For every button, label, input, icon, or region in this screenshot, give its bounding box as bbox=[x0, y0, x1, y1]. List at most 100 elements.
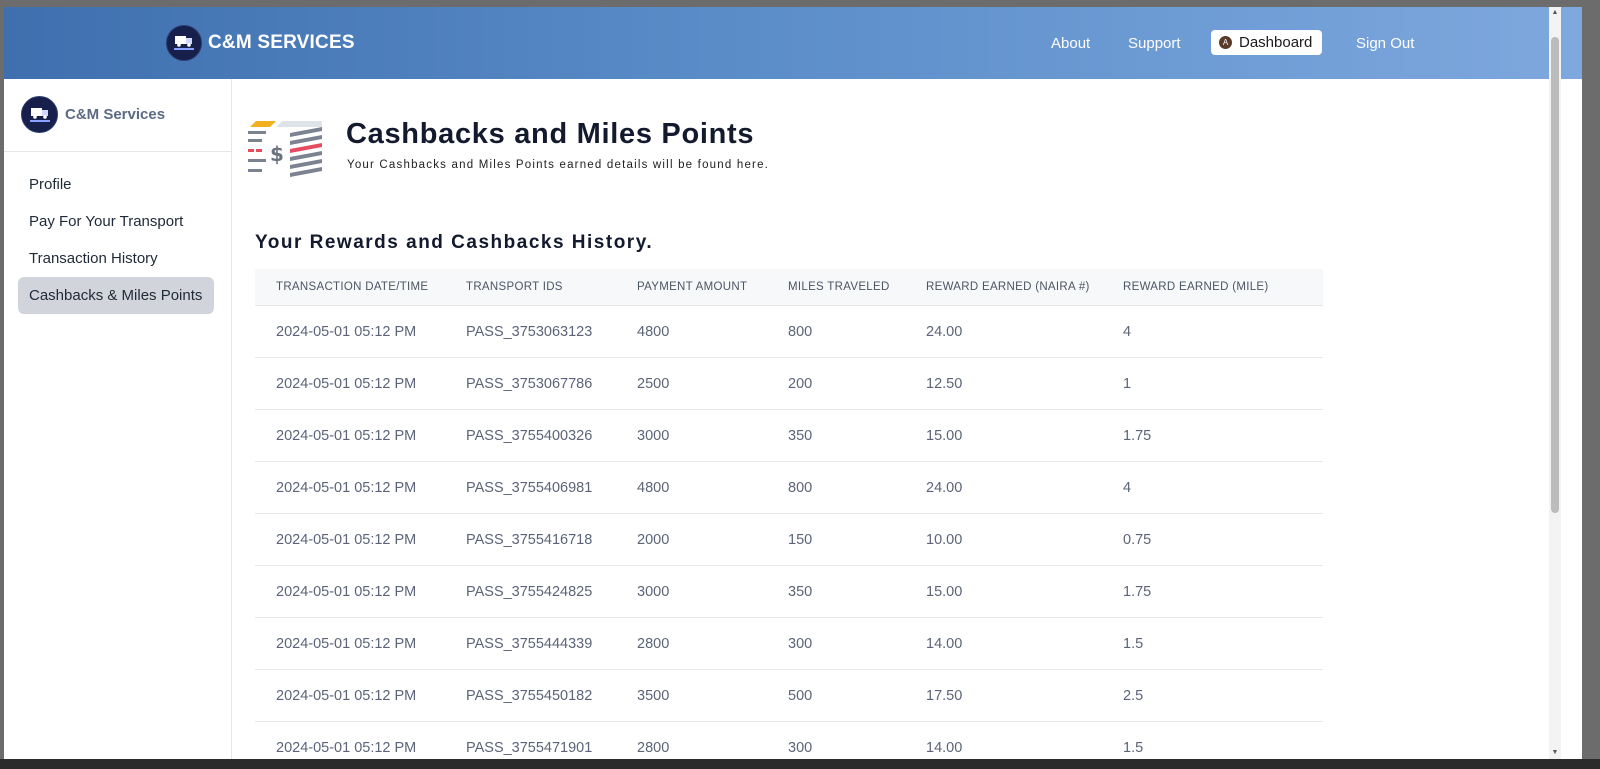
main-content: $ Cashbacks and Miles Points Your Cashba… bbox=[232, 79, 1552, 759]
nav-support-container: Support bbox=[1128, 7, 1181, 79]
table-cell: 4 bbox=[1102, 461, 1323, 514]
table-cell: 2000 bbox=[616, 513, 767, 566]
table-cell: 1.5 bbox=[1102, 721, 1323, 759]
table-cell: 350 bbox=[767, 409, 905, 462]
nav-support-link[interactable]: Support bbox=[1128, 35, 1181, 52]
page-title: Cashbacks and Miles Points bbox=[346, 118, 755, 150]
table-cell: 350 bbox=[767, 565, 905, 618]
table-cell: PASS_3753063123 bbox=[445, 305, 616, 358]
table-cell: 2024-05-01 05:12 PM bbox=[255, 461, 445, 514]
table-cell: 800 bbox=[767, 305, 905, 358]
table-row: 2024-05-01 05:12 PM PASS_3755471901 2800 30… bbox=[255, 721, 1323, 759]
vertical-scrollbar[interactable]: ▲ ▼ bbox=[1549, 7, 1561, 759]
brand-logo bbox=[166, 25, 202, 61]
table-cell: 3000 bbox=[616, 565, 767, 618]
sidebar-item-label: Profile bbox=[29, 176, 72, 193]
scroll-down-icon[interactable]: ▼ bbox=[1551, 749, 1559, 757]
table-cell: 15.00 bbox=[905, 409, 1102, 462]
table-row: 2024-05-01 05:12 PM PASS_3755450182 3500 50… bbox=[255, 669, 1323, 722]
table-row: 2024-05-01 05:12 PM PASS_3753063123 4800 80… bbox=[255, 305, 1323, 358]
sidebar-item-label: Transaction History bbox=[29, 250, 158, 267]
table-row: 2024-05-01 05:12 PM PASS_3755424825 3000 35… bbox=[255, 565, 1323, 618]
table-row: 2024-05-01 05:12 PM PASS_3755444339 2800 30… bbox=[255, 617, 1323, 670]
nav-about-container: About bbox=[1051, 7, 1090, 79]
table-cell: 1 bbox=[1102, 357, 1323, 410]
table-header-row: TRANSACTION DATE/TIME TRANSPORT IDS PAYM… bbox=[255, 269, 1323, 306]
table-row: 2024-05-01 05:12 PM PASS_3755416718 2000 15… bbox=[255, 513, 1323, 566]
table-cell: 2024-05-01 05:12 PM bbox=[255, 513, 445, 566]
table-cell: 2.5 bbox=[1102, 669, 1323, 722]
rewards-table: TRANSACTION DATE/TIME TRANSPORT IDS PAYM… bbox=[255, 269, 1323, 759]
column-header: TRANSACTION DATE/TIME bbox=[255, 269, 445, 306]
table-cell: PASS_3755416718 bbox=[445, 513, 616, 566]
sidebar-brand-name: C&M Services bbox=[65, 106, 166, 123]
table-cell: 2024-05-01 05:12 PM bbox=[255, 617, 445, 670]
table-cell: 1.75 bbox=[1102, 565, 1323, 618]
sidebar-item-transaction-history[interactable]: Transaction History bbox=[18, 240, 214, 277]
table-cell: PASS_3755424825 bbox=[445, 565, 616, 618]
nav-signout-container: Sign Out bbox=[1356, 7, 1414, 79]
dashboard-avatar-icon: A bbox=[1219, 36, 1232, 49]
table-cell: PASS_3755406981 bbox=[445, 461, 616, 514]
table-cell: 800 bbox=[767, 461, 905, 514]
table-cell: 2024-05-01 05:12 PM bbox=[255, 721, 445, 759]
table-cell: PASS_3755400326 bbox=[445, 409, 616, 462]
table-cell: 2024-05-01 05:12 PM bbox=[255, 565, 445, 618]
sidebar-brand[interactable]: C&M Services bbox=[21, 96, 165, 133]
table-cell: 4800 bbox=[616, 461, 767, 514]
column-header: REWARD EARNED (MILE) bbox=[1102, 269, 1323, 306]
signout-link[interactable]: Sign Out bbox=[1356, 35, 1414, 52]
table-cell: 2800 bbox=[616, 721, 767, 759]
svg-text:$: $ bbox=[270, 142, 284, 166]
table-cell: 2024-05-01 05:12 PM bbox=[255, 409, 445, 462]
table-cell: 15.00 bbox=[905, 565, 1102, 618]
rewards-table-container: TRANSACTION DATE/TIME TRANSPORT IDS PAYM… bbox=[255, 269, 1323, 759]
scroll-up-icon[interactable]: ▲ bbox=[1551, 9, 1559, 17]
browser-window: C&M SERVICES About Support A Dashboard S… bbox=[4, 7, 1582, 759]
column-header: PAYMENT AMOUNT bbox=[616, 269, 767, 306]
table-cell: 2800 bbox=[616, 617, 767, 670]
truck-icon bbox=[174, 36, 194, 50]
table-cell: 300 bbox=[767, 617, 905, 670]
sidebar-item-cashbacks-miles[interactable]: Cashbacks & Miles Points bbox=[18, 277, 214, 314]
table-cell: 2024-05-01 05:12 PM bbox=[255, 305, 445, 358]
dashboard-label: Dashboard bbox=[1239, 34, 1313, 51]
table-cell: PASS_3755450182 bbox=[445, 669, 616, 722]
table-row: 2024-05-01 05:12 PM PASS_3753067786 2500 20… bbox=[255, 357, 1323, 410]
sidebar-menu: Profile Pay For Your Transport Transacti… bbox=[18, 166, 214, 314]
sidebar: C&M Services Profile Pay For Your Transp… bbox=[4, 79, 232, 759]
section-title: Your Rewards and Cashbacks History. bbox=[255, 232, 654, 253]
table-cell: 2024-05-01 05:12 PM bbox=[255, 669, 445, 722]
table-cell: PASS_3755471901 bbox=[445, 721, 616, 759]
sidebar-item-profile[interactable]: Profile bbox=[18, 166, 214, 203]
table-cell: 12.50 bbox=[905, 357, 1102, 410]
table-cell: 14.00 bbox=[905, 617, 1102, 670]
cashback-money-icon: $ bbox=[248, 121, 322, 177]
table-cell: 24.00 bbox=[905, 461, 1102, 514]
page-subtitle: Your Cashbacks and Miles Points earned d… bbox=[347, 159, 770, 171]
table-cell: 300 bbox=[767, 721, 905, 759]
column-header: MILES TRAVELED bbox=[767, 269, 905, 306]
truck-icon bbox=[29, 107, 50, 122]
scrollbar-thumb[interactable] bbox=[1551, 37, 1559, 513]
table-cell: 2500 bbox=[616, 357, 767, 410]
table-cell: 200 bbox=[767, 357, 905, 410]
column-header: TRANSPORT IDS bbox=[445, 269, 616, 306]
top-navbar: C&M SERVICES About Support A Dashboard S… bbox=[4, 7, 1582, 79]
sidebar-item-label: Pay For Your Transport bbox=[29, 213, 184, 230]
table-row: 2024-05-01 05:12 PM PASS_3755400326 3000 35… bbox=[255, 409, 1323, 462]
table-cell: 10.00 bbox=[905, 513, 1102, 566]
table-cell: 2024-05-01 05:12 PM bbox=[255, 357, 445, 410]
table-cell: PASS_3753067786 bbox=[445, 357, 616, 410]
table-cell: 4 bbox=[1102, 305, 1323, 358]
sidebar-item-pay-transport[interactable]: Pay For Your Transport bbox=[18, 203, 214, 240]
dashboard-button[interactable]: A Dashboard bbox=[1211, 30, 1322, 55]
table-cell: 1.5 bbox=[1102, 617, 1323, 670]
nav-about-link[interactable]: About bbox=[1051, 35, 1090, 52]
table-cell: 24.00 bbox=[905, 305, 1102, 358]
table-cell: 14.00 bbox=[905, 721, 1102, 759]
table-cell: 150 bbox=[767, 513, 905, 566]
table-row: 2024-05-01 05:12 PM PASS_3755406981 4800 80… bbox=[255, 461, 1323, 514]
table-cell: 1.75 bbox=[1102, 409, 1323, 462]
header-brand[interactable]: C&M SERVICES bbox=[166, 25, 355, 61]
